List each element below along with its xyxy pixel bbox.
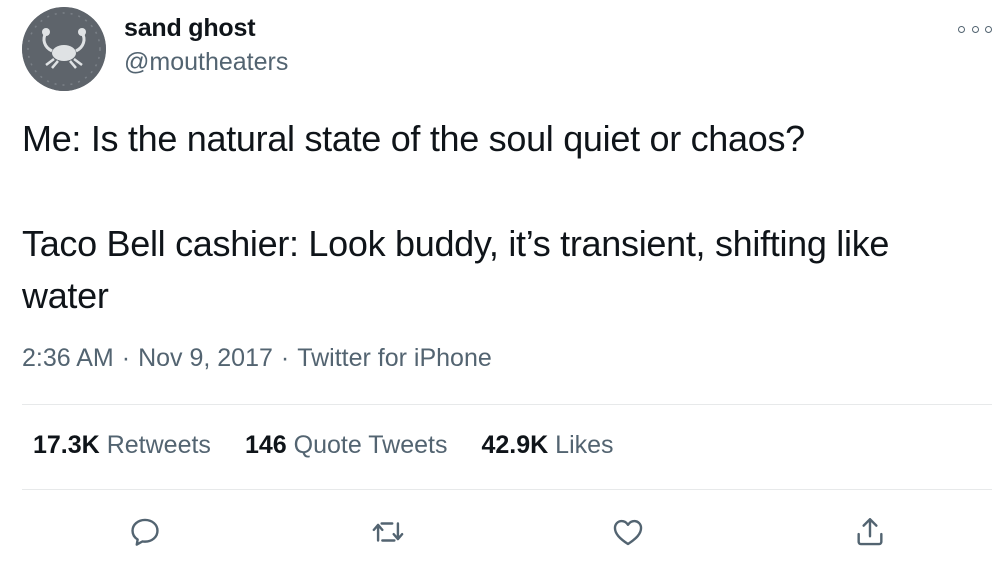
tweet-text-line: Me: Is the natural state of the soul qui…: [22, 118, 805, 159]
display-name[interactable]: sand ghost: [124, 14, 256, 43]
avatar[interactable]: [22, 7, 106, 91]
tweet-date[interactable]: Nov 9, 2017: [138, 344, 273, 372]
retweets-label: Retweets: [106, 431, 211, 459]
tweet-time[interactable]: 2:36 AM: [22, 344, 114, 372]
meta-separator: ·: [121, 344, 131, 372]
more-dot: [958, 25, 965, 33]
tweet-stats: 17.3K Retweets 146 Quote Tweets 42.9K Likes: [33, 431, 648, 460]
likes-stat[interactable]: 42.9K Likes: [481, 431, 613, 460]
more-dot: [985, 25, 992, 33]
more-options-icon[interactable]: [958, 22, 992, 36]
like-icon: [613, 519, 643, 546]
divider: [22, 489, 992, 490]
retweets-count: 17.3K: [33, 431, 100, 459]
reply-icon: [131, 518, 159, 546]
retweet-button[interactable]: [370, 514, 406, 550]
likes-label: Likes: [555, 431, 614, 459]
meta-separator: ·: [280, 344, 290, 372]
likes-count: 42.9K: [481, 431, 549, 459]
quote-tweets-stat[interactable]: 146 Quote Tweets: [245, 431, 448, 460]
retweet-icon: [372, 522, 404, 542]
quote-tweets-label: Quote Tweets: [293, 431, 448, 459]
share-icon: [857, 518, 883, 546]
share-button[interactable]: [852, 514, 888, 550]
tweet-meta: 2:36 AM · Nov 9, 2017 · Twitter for iPhone: [22, 344, 492, 373]
like-button[interactable]: [610, 514, 646, 550]
tweet-source[interactable]: Twitter for iPhone: [297, 344, 492, 372]
tweet-text-line: Taco Bell cashier: Look buddy, it’s tran…: [22, 223, 890, 264]
tweet-text-line: water: [22, 275, 109, 316]
user-handle[interactable]: @moutheaters: [124, 48, 288, 77]
reply-button[interactable]: [127, 514, 163, 550]
quote-tweets-count: 146: [244, 431, 287, 459]
more-dot: [971, 25, 979, 33]
crab-icon: [22, 7, 106, 91]
retweets-stat[interactable]: 17.3K Retweets: [33, 431, 211, 460]
divider: [22, 404, 992, 405]
